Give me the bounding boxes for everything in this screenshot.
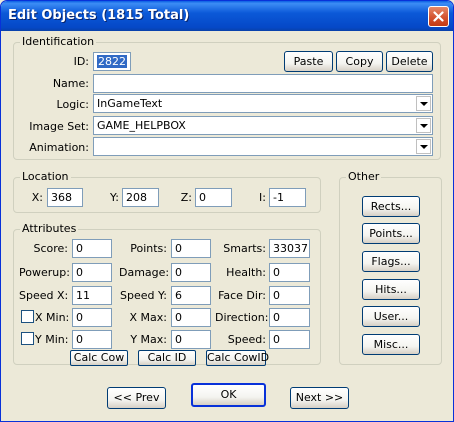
logic-label: Logic: — [56, 98, 89, 111]
damage-label: Damage: — [119, 266, 170, 279]
speedx-label: Speed X: — [19, 289, 69, 302]
points-label: Points: — [130, 242, 167, 255]
prev-button[interactable]: << Prev — [107, 387, 166, 409]
points-button[interactable]: Points... — [362, 223, 420, 244]
ymax-label: Y Max: — [130, 333, 167, 346]
ymin-checkbox[interactable] — [21, 332, 34, 345]
x-label: X: — [31, 191, 43, 204]
misc-button[interactable]: Misc... — [362, 334, 420, 355]
attributes-group-label: Attributes — [20, 222, 79, 235]
points-field[interactable]: 0 — [171, 239, 211, 258]
name-field[interactable] — [93, 74, 433, 93]
id-field[interactable]: 2822 — [93, 52, 131, 71]
id-value: 2822 — [97, 55, 127, 68]
health-field[interactable]: 0 — [269, 263, 310, 282]
speedy-label: Speed Y: — [120, 289, 167, 302]
damage-field[interactable]: 0 — [171, 263, 211, 282]
next-button[interactable]: Next >> — [290, 387, 349, 409]
i-field[interactable]: -1 — [269, 188, 306, 207]
user-button[interactable]: User... — [362, 306, 420, 327]
facedir-field[interactable]: 0 — [269, 286, 310, 305]
paste-button[interactable]: Paste — [284, 51, 333, 72]
score-field[interactable]: 0 — [72, 239, 112, 258]
imageset-select[interactable]: GAME_HELPBOX — [93, 116, 433, 135]
facedir-label: Face Dir: — [218, 289, 266, 302]
animation-select[interactable] — [93, 137, 433, 156]
animation-label: Animation: — [29, 141, 89, 154]
ok-button[interactable]: OK — [191, 383, 266, 407]
powerup-label: Powerup: — [19, 266, 70, 279]
y-label: Y: — [110, 191, 119, 204]
smarts-field[interactable]: 33037 — [269, 239, 310, 258]
calc-id-button[interactable]: Calc ID — [138, 350, 196, 366]
logic-dropdown-arrow-icon[interactable] — [416, 96, 431, 111]
other-group-label: Other — [346, 170, 382, 183]
name-label: Name: — [52, 77, 89, 90]
delete-button[interactable]: Delete — [386, 51, 433, 72]
i-label: I: — [259, 191, 266, 204]
flags-button[interactable]: Flags... — [362, 251, 420, 272]
copy-button[interactable]: Copy — [336, 51, 383, 72]
ymin-label: Y Min: — [35, 333, 69, 346]
direction-field[interactable]: 0 — [269, 308, 310, 327]
health-label: Health: — [226, 266, 266, 279]
speed-field[interactable]: 0 — [269, 330, 310, 349]
calc-cow-button[interactable]: Calc Cow — [70, 350, 128, 366]
imageset-value: GAME_HELPBOX — [97, 119, 186, 132]
z-label: Z: — [180, 191, 192, 204]
xmin-label: X Min: — [35, 311, 70, 324]
edit-objects-dialog: Edit Objects (1815 Total) Identification… — [0, 0, 454, 422]
close-button[interactable] — [428, 6, 449, 27]
rects-button[interactable]: Rects... — [362, 196, 420, 217]
smarts-label: Smarts: — [223, 242, 266, 255]
id-label: ID: — [73, 55, 89, 68]
hits-button[interactable]: Hits... — [362, 279, 420, 300]
close-icon — [433, 11, 444, 22]
speedx-field[interactable]: 11 — [72, 286, 112, 305]
y-field[interactable]: 208 — [122, 188, 159, 207]
speed-label: Speed: — [227, 333, 266, 346]
ymax-field[interactable]: 0 — [171, 330, 211, 349]
powerup-field[interactable]: 0 — [72, 263, 112, 282]
xmax-field[interactable]: 0 — [171, 308, 211, 327]
window-title: Edit Objects (1815 Total) — [8, 8, 190, 23]
xmin-checkbox[interactable] — [21, 310, 34, 323]
imageset-dropdown-arrow-icon[interactable] — [416, 118, 431, 133]
speedy-field[interactable]: 6 — [171, 286, 211, 305]
title-bar[interactable]: Edit Objects (1815 Total) — [1, 1, 453, 31]
logic-value: InGameText — [97, 97, 163, 110]
identification-group-label: Identification — [20, 35, 97, 48]
xmin-field[interactable]: 0 — [72, 308, 112, 327]
ymin-field[interactable]: 0 — [72, 330, 112, 349]
direction-label: Direction: — [215, 311, 269, 324]
animation-dropdown-arrow-icon[interactable] — [416, 139, 431, 154]
z-field[interactable]: 0 — [195, 188, 232, 207]
x-field[interactable]: 368 — [47, 188, 83, 207]
calc-cowid-button[interactable]: Calc CowID — [206, 350, 269, 366]
location-group-label: Location — [20, 170, 71, 183]
imageset-label: Image Set: — [29, 120, 89, 133]
xmax-label: X Max: — [129, 311, 167, 324]
logic-select[interactable]: InGameText — [93, 94, 433, 113]
score-label: Score: — [33, 242, 68, 255]
